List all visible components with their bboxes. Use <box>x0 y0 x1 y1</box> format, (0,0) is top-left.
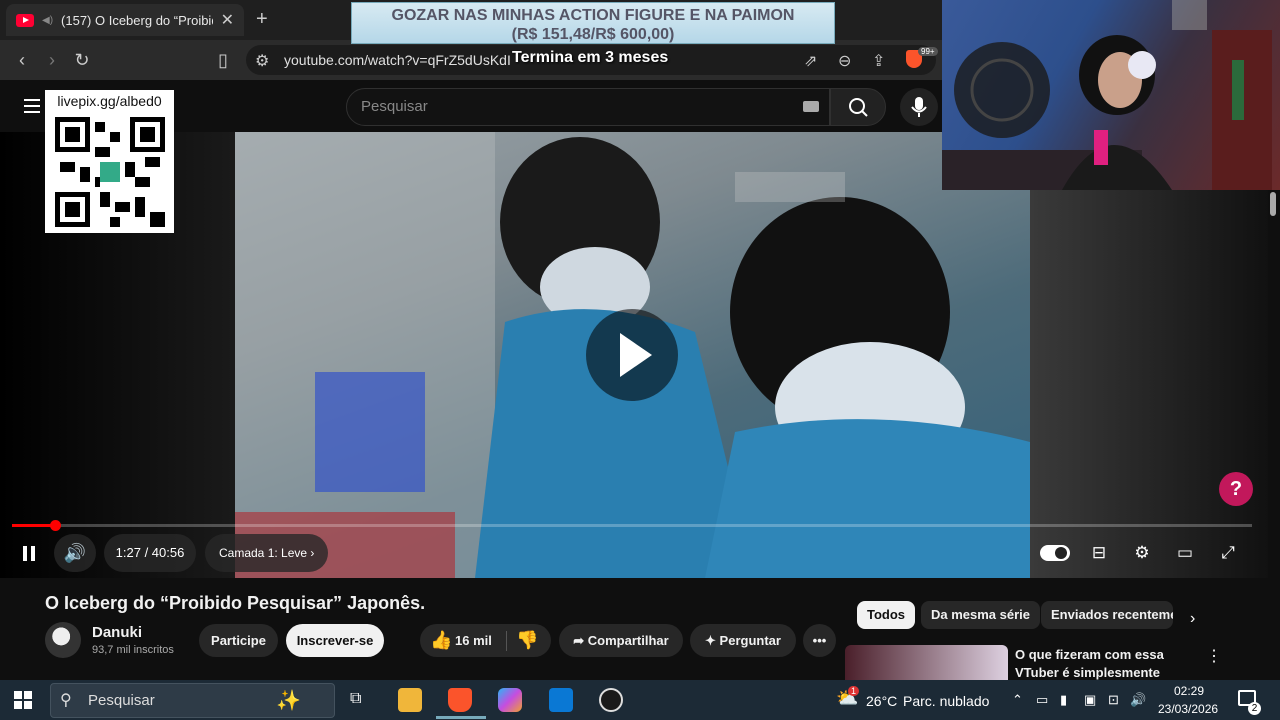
file-explorer-icon[interactable] <box>398 688 422 712</box>
more-actions-icon[interactable]: ••• <box>803 624 836 657</box>
share-button[interactable]: ➦ Compartilhar <box>559 624 683 657</box>
copilot-sparkle-icon[interactable]: ✨ <box>276 688 301 713</box>
shield-count-badge: 99+ <box>918 47 938 56</box>
webcam-overlay <box>942 0 1280 190</box>
qr-code-icon <box>55 117 165 227</box>
search-placeholder: Pesquisar <box>361 98 428 115</box>
obs-studio-icon[interactable] <box>599 688 623 712</box>
keyboard-icon[interactable] <box>803 101 819 112</box>
join-button[interactable]: Participe <box>199 624 278 657</box>
new-tab-icon[interactable]: + <box>256 8 268 31</box>
tray-network-icon[interactable]: ▭ <box>1036 692 1048 708</box>
taskbar-search-placeholder: Pesquisar <box>88 692 155 709</box>
sub-timer-text: Termina em 3 meses <box>512 49 669 66</box>
theater-mode-icon[interactable]: ▭ <box>1174 543 1196 563</box>
progress-scrubber[interactable] <box>50 520 61 531</box>
tray-wifi-icon[interactable]: ⊡ <box>1108 692 1119 708</box>
tray-display-icon[interactable]: ▣ <box>1084 692 1096 708</box>
notification-count: 2 <box>1248 702 1261 715</box>
video-title: O Iceberg do “Proibido Pesquisar” Japonê… <box>45 593 426 613</box>
volume-icon[interactable]: 🔊 <box>54 534 96 572</box>
voice-search-button[interactable] <box>900 88 938 126</box>
ask-button[interactable]: ✦ Perguntar <box>690 624 796 657</box>
chevron-right-icon[interactable]: › <box>1190 610 1195 628</box>
settings-gear-icon[interactable]: ⚙ <box>1131 543 1153 563</box>
goal-overlay: GOZAR NAS MINHAS ACTION FIGURE E NA PAIM… <box>351 2 835 44</box>
tab-audio-icon[interactable]: ◀) <box>42 15 53 26</box>
fullscreen-icon[interactable]: ⤢ <box>1217 543 1239 563</box>
channel-name[interactable]: Danuki <box>92 624 142 641</box>
subscriber-count: 93,7 mil inscritos <box>92 644 174 656</box>
tray-usb-icon[interactable]: ▮ <box>1060 692 1067 708</box>
chapter-title: Camada 1: Leve <box>219 546 308 560</box>
copilot-app-icon[interactable] <box>498 688 522 712</box>
like-dislike-group: 👍 16 mil 👎 <box>420 624 551 657</box>
url-text[interactable]: youtube.com/watch?v=qFrZ5dUsKdI <box>284 52 511 68</box>
zoom-icon[interactable]: ⊖ <box>838 51 851 71</box>
tray-chevron-up-icon[interactable]: ⌃ <box>1012 692 1023 708</box>
share-icon[interactable]: ⇪ <box>872 51 885 71</box>
weather-temperature[interactable]: 26°C <box>866 693 897 709</box>
search-icon: ⚲ <box>60 692 72 709</box>
windows-start-icon[interactable] <box>14 691 32 709</box>
goal-amount: (R$ 151,48/R$ 600,00) <box>511 26 675 43</box>
tray-volume-icon[interactable]: 🔊 <box>1130 692 1146 708</box>
chip-same-series[interactable]: Da mesma série <box>921 601 1041 629</box>
tab-close-icon[interactable]: ✕ <box>221 10 234 30</box>
share-arrow-icon: ➦ <box>573 633 588 648</box>
pause-icon[interactable] <box>12 536 46 570</box>
ask-label: Perguntar <box>719 633 781 648</box>
microsoft-store-icon[interactable] <box>549 688 573 712</box>
like-count[interactable]: 16 mil <box>455 624 492 657</box>
bookmark-icon[interactable]: ▯ <box>213 50 233 71</box>
donation-qr-overlay: livepix.gg/albed0 <box>45 90 174 233</box>
video-side-shade-right <box>1030 190 1268 578</box>
qr-url-label: livepix.gg/albed0 <box>57 93 162 109</box>
progress-fill <box>12 524 55 527</box>
forward-icon[interactable]: › <box>42 50 62 71</box>
weather-badge: 1 <box>848 686 860 696</box>
clock-date[interactable]: 23/03/2026 <box>1158 702 1218 716</box>
scrollbar[interactable] <box>1268 190 1280 680</box>
browser-tab[interactable]: ◀) (157) O Iceberg do “Proibido ✕ <box>6 4 244 36</box>
search-icon <box>849 98 868 117</box>
sparkle-icon: ✦ <box>705 633 720 648</box>
active-app-indicator <box>436 716 486 719</box>
mic-icon <box>911 97 927 117</box>
captions-icon[interactable]: ⊟ <box>1088 543 1110 563</box>
like-icon[interactable]: 👍 <box>430 624 452 657</box>
goal-title: GOZAR NAS MINHAS ACTION FIGURE E NA PAIM… <box>391 7 795 24</box>
chip-recent[interactable]: Enviados recentemente <box>1041 601 1173 629</box>
share-label: Compartilhar <box>587 633 669 648</box>
tab-title: (157) O Iceberg do “Proibido <box>61 12 213 28</box>
task-view-icon[interactable]: ⧉ <box>350 690 361 708</box>
clock-time[interactable]: 02:29 <box>1174 684 1204 698</box>
recommendation-thumbnail[interactable] <box>845 645 1008 681</box>
time-display: 1:27 / 40:56 <box>104 534 196 572</box>
chip-all[interactable]: Todos <box>857 601 916 629</box>
like-divider <box>506 631 507 651</box>
dislike-icon[interactable]: 👎 <box>516 624 538 657</box>
recommendation-more-icon[interactable]: ⋮ <box>1206 646 1222 666</box>
youtube-favicon-icon <box>16 13 34 27</box>
autoplay-toggle[interactable] <box>1040 545 1070 561</box>
subscribe-button[interactable]: Inscrever-se <box>286 624 384 657</box>
channel-avatar[interactable] <box>45 622 81 658</box>
progress-bar[interactable] <box>12 524 1252 527</box>
open-external-icon[interactable]: ⇗ <box>804 51 817 71</box>
weather-description[interactable]: Parc. nublado <box>903 693 989 709</box>
brave-browser-icon[interactable] <box>448 688 472 712</box>
webcam-scene <box>942 0 1272 190</box>
scrollbar-thumb[interactable] <box>1270 192 1276 216</box>
menu-icon[interactable] <box>24 99 40 113</box>
back-icon[interactable]: ‹ <box>12 50 32 71</box>
help-button[interactable]: ? <box>1219 472 1253 506</box>
chapter-button[interactable]: Camada 1: Leve › <box>205 534 329 572</box>
site-info-icon[interactable]: ⚙ <box>255 51 269 71</box>
search-button[interactable] <box>830 88 886 126</box>
play-overlay-icon[interactable] <box>586 309 678 401</box>
reload-icon[interactable]: ↻ <box>72 50 92 71</box>
